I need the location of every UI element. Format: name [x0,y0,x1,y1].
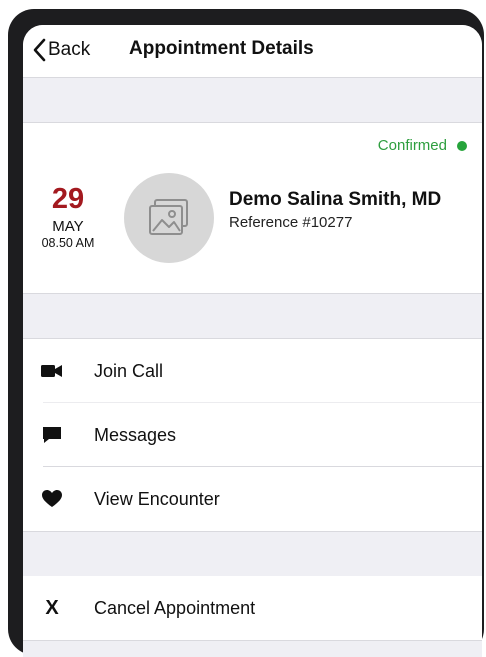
image-placeholder-icon [149,199,188,235]
section-spacer [23,294,482,339]
date-day: 29 [51,183,85,215]
video-camera-icon [40,359,64,383]
back-button[interactable]: Back [32,36,90,64]
page-title: Appointment Details [129,38,314,59]
section-spacer [23,531,482,577]
cancel-appointment-button[interactable]: X Cancel Appointment [23,576,482,640]
app-screen: Back Appointment Details Confirmed 29 MA… [23,25,482,657]
join-call-button[interactable]: Join Call [23,339,482,403]
status-label: Confirmed [377,137,447,154]
appointment-card: Confirmed 29 MAY 08.50 AM Demo Salina Sm… [23,123,482,294]
cancel-appointment-label: Cancel Appointment [94,597,256,618]
reference-number: Reference #10277 [229,214,353,231]
status-badge: Confirmed [378,137,467,154]
doctor-name: Demo Salina Smith, MD [229,189,442,210]
navigation-bar: Back Appointment Details [23,25,482,78]
heart-icon [40,487,64,511]
close-icon: X [45,596,59,619]
chevron-left-icon [33,38,46,62]
appointment-date: 29 MAY 08.50 AM [37,183,99,251]
view-encounter-button[interactable]: View Encounter [23,467,482,531]
device-frame: Back Appointment Details Confirmed 29 MA… [8,9,484,657]
chat-bubble-icon [40,423,64,447]
messages-button[interactable]: Messages [23,403,482,467]
back-label: Back [48,39,91,60]
status-dot-icon [457,140,467,151]
messages-label: Messages [94,424,177,445]
avatar [124,173,214,263]
section-spacer [23,78,482,123]
view-encounter-label: View Encounter [94,488,220,509]
join-call-label: Join Call [94,360,164,381]
section-spacer [23,640,482,657]
date-time: 08.50 AM [41,236,95,250]
date-month: MAY [52,218,84,235]
